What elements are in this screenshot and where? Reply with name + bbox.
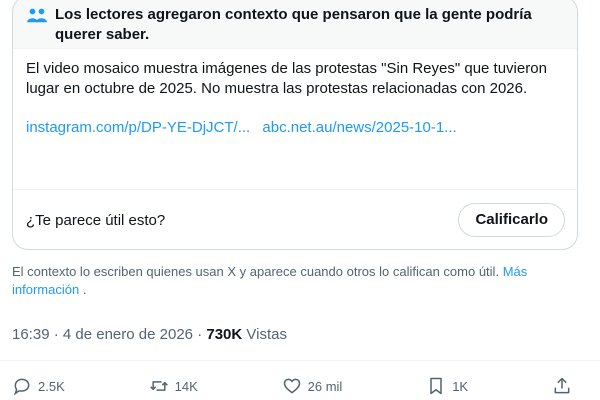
share-button[interactable] [552,376,578,396]
note-header: Los lectores agregaron contexto que pens… [13,0,577,49]
rate-button[interactable]: Calificarlo [458,203,565,237]
like-button[interactable]: 26 mil [282,376,343,396]
note-link-instagram[interactable]: instagram.com/p/DP-YE-DjJCT/... [26,119,250,136]
reply-icon [13,378,30,396]
views-label: Vistas [246,326,287,343]
actions-divider [0,360,600,361]
people-icon [27,8,47,23]
like-count: 26 mil [307,378,343,394]
post-date[interactable]: 4 de enero de 2026 [63,326,193,343]
note-body: El video mosaico muestra imágenes de las… [13,49,577,138]
meta-separator-2: · [197,326,203,343]
helpful-question: ¿Te parece útil esto? [26,211,166,229]
note-footer: ¿Te parece útil esto? Calificarlo [13,189,577,249]
share-icon [554,377,570,394]
repost-button[interactable]: 14K [149,376,198,396]
bookmark-button[interactable]: 1K [426,376,468,396]
note-link-abc[interactable]: abc.net.au/news/2025-10-1... [262,119,456,136]
note-text: El video mosaico muestra imágenes de las… [26,60,547,97]
repost-icon [149,381,168,391]
post-meta: 16:39 · 4 de enero de 2026 · 730K Vistas [12,326,287,343]
note-header-title: Los lectores agregaron contexto que pens… [55,6,532,43]
meta-separator: · [53,326,59,343]
post-time[interactable]: 16:39 [12,326,50,343]
reply-button[interactable]: 2.5K [12,376,65,396]
reply-count: 2.5K [38,378,65,394]
disclaimer-text: El contexto lo escriben quienes usan X y… [12,264,500,279]
post-actions: 2.5K 14K 26 mil 1K [12,373,578,399]
bookmark-count: 1K [452,378,469,394]
bookmark-icon [430,377,442,395]
disclaimer-suffix: . [82,282,87,297]
note-disclaimer: El contexto lo escriben quienes usan X y… [12,263,572,299]
note-links: instagram.com/p/DP-YE-DjJCT/... abc.net.… [26,118,565,138]
heart-icon [283,378,300,394]
views-count[interactable]: 730K [206,326,242,343]
community-note: Los lectores agregaron contexto que pens… [12,0,578,250]
repost-count: 14K [174,378,198,394]
